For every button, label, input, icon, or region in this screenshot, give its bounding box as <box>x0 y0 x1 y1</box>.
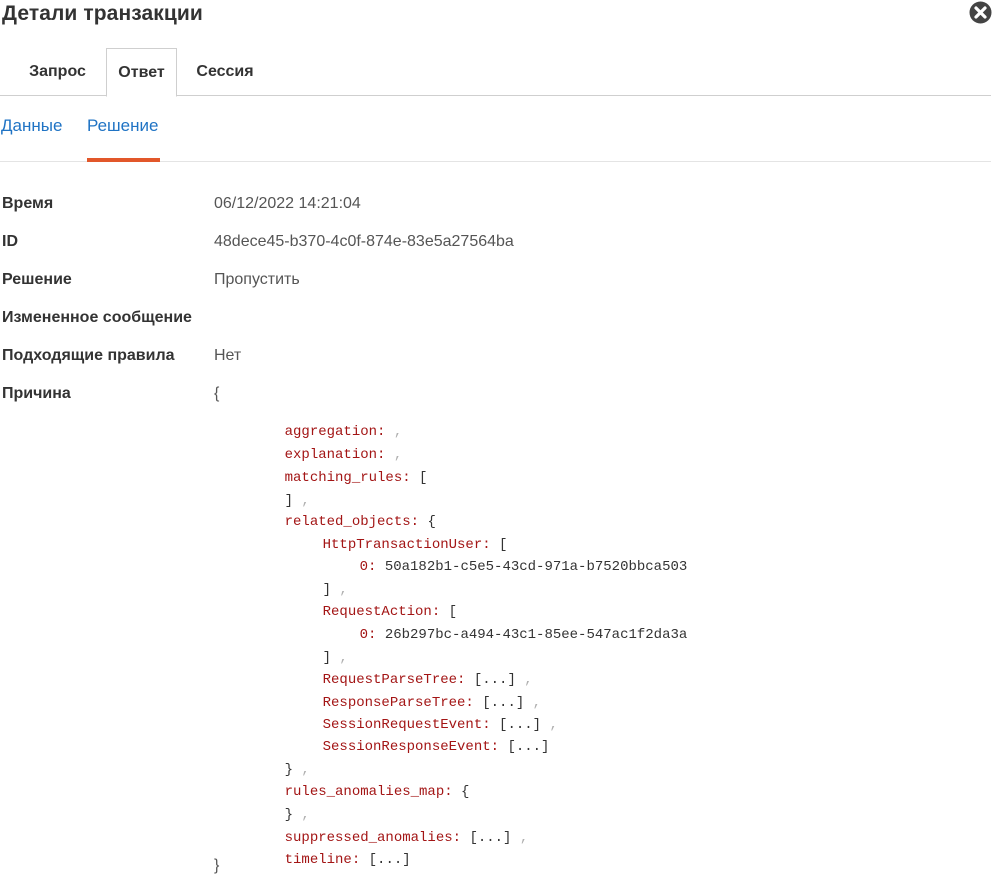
json-collapsed[interactable]: [...] <box>507 739 549 755</box>
subtab-data[interactable]: Данные <box>1 116 62 136</box>
json-collapsed[interactable]: [...] <box>469 830 511 846</box>
id-label: ID <box>2 233 18 250</box>
decision-label: Решение <box>2 271 72 288</box>
matching-rules-value: Нет <box>214 347 242 364</box>
reason-label: Причина <box>2 385 71 402</box>
tab-request[interactable]: Запрос <box>14 48 101 96</box>
json-line-session-response-event[interactable]: SessionResponseEvent: [...] <box>289 723 550 771</box>
tab-response[interactable]: Ответ <box>106 48 177 97</box>
time-label: Время <box>2 195 54 212</box>
tab-session[interactable]: Сессия <box>182 48 268 96</box>
modified-message-label: Измененное сообщение <box>2 309 192 326</box>
json-value: 50a182b1-c5e5-43cd-971a-b7520bbca503 <box>384 559 688 575</box>
json-line-http-transaction-user-0: 0: 50a182b1-c5e5-43cd-971a-b7520bbca503 <box>326 543 688 591</box>
json-comma: , <box>519 830 529 846</box>
json-bracket: [ <box>419 470 428 486</box>
json-key: SessionResponseEvent: <box>322 739 500 755</box>
sub-tabs: Данные Решение <box>0 96 991 162</box>
json-close-brace: } <box>214 857 220 874</box>
json-line-request-action-0: 0: 26b297bc-a494-43c1-85ee-547ac1f2da3a <box>326 611 688 659</box>
json-key: 0: <box>359 627 377 643</box>
main-tabs: Запрос Ответ Сессия <box>0 48 991 97</box>
json-line-timeline[interactable]: timeline: [...] <box>251 836 411 876</box>
json-value: 26b297bc-a494-43c1-85ee-547ac1f2da3a <box>384 627 688 643</box>
active-subtab-indicator <box>87 158 160 162</box>
json-key: timeline: <box>284 852 361 868</box>
decision-value: Пропустить <box>214 271 300 288</box>
close-icon[interactable] <box>969 1 992 24</box>
subtab-decision[interactable]: Решение <box>87 116 158 136</box>
json-collapsed[interactable]: [...] <box>369 852 411 868</box>
matching-rules-label: Подходящие правила <box>2 347 175 364</box>
page-title: Детали транзакции <box>2 2 203 25</box>
time-value: 06/12/2022 14:21:04 <box>214 195 361 212</box>
id-value: 48dece45-b370-4c0f-874e-83e5a27564ba <box>214 233 514 250</box>
json-open-brace: { <box>214 385 220 402</box>
json-comma: , <box>549 717 558 733</box>
json-brace: { <box>461 784 470 800</box>
json-key: 0: <box>359 559 377 575</box>
